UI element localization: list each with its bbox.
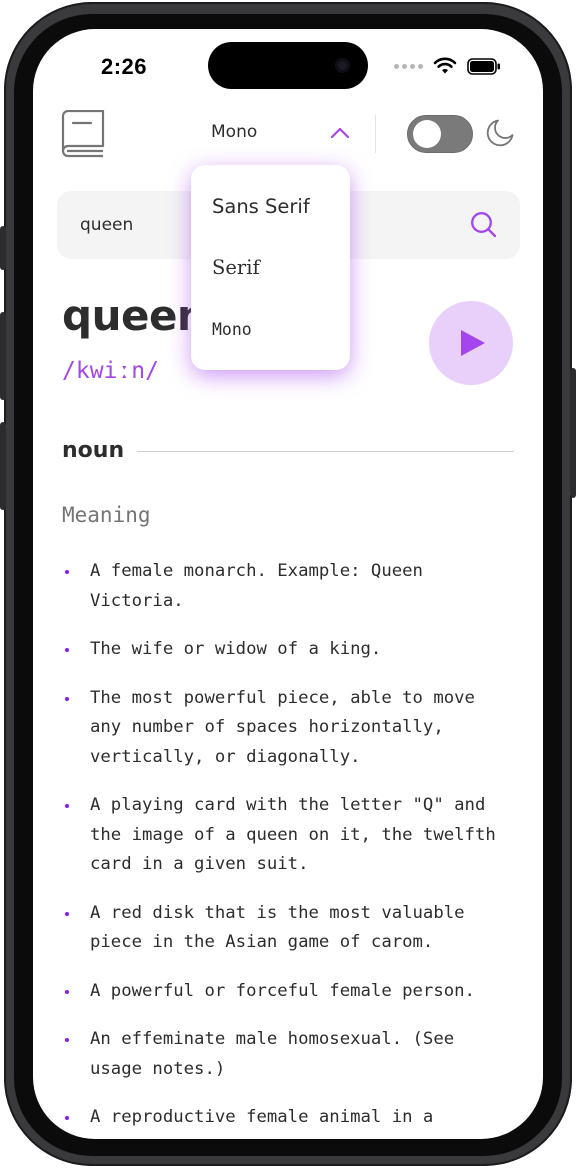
status-indicators — [394, 57, 501, 75]
word-heading: queen — [62, 291, 207, 340]
list-item: An effeminate male homosexual. (See usag… — [62, 1025, 514, 1084]
list-item: The wife or widow of a king. — [62, 635, 514, 665]
definition-text: An effeminate male homosexual. (See usag… — [90, 1029, 455, 1079]
bullet-icon — [65, 696, 69, 701]
list-item: A female monarch. Example: Queen Victori… — [62, 557, 514, 616]
font-dropdown: Sans Serif Serif Mono — [191, 165, 350, 370]
definition-text: A female monarch. Example: Queen Victori… — [90, 561, 423, 611]
bullet-icon — [65, 989, 69, 994]
definition-text: A reproductive female animal in a — [90, 1107, 434, 1127]
action-button — [0, 226, 6, 270]
status-time: 2:26 — [101, 54, 148, 79]
moon-icon[interactable] — [485, 118, 515, 153]
list-item: A red disk that is the most valuable pie… — [62, 899, 514, 958]
definition-text: A red disk that is the most valuable pie… — [90, 902, 465, 953]
bullet-icon — [65, 911, 69, 916]
definition-text: The most powerful piece, able to move an… — [90, 687, 475, 767]
bullet-icon — [65, 1116, 69, 1120]
toggle-knob — [413, 120, 441, 148]
bullet-icon — [65, 570, 69, 574]
list-item: A powerful or forceful female person. — [62, 977, 514, 1007]
screen: 2:26 Mono queen queen /kwiːn/ noun Meani… — [33, 29, 543, 1139]
camera-icon — [335, 58, 350, 73]
definition-text: A playing card with the letter "Q" and t… — [90, 795, 496, 874]
play-icon — [461, 330, 485, 356]
header-divider — [375, 115, 376, 153]
part-of-speech: noun — [62, 438, 125, 463]
signal-icon — [394, 63, 423, 69]
volume-up-button — [0, 312, 6, 400]
battery-icon — [467, 57, 500, 75]
definition-text: A powerful or forceful female person. — [90, 980, 475, 1001]
volume-down-button — [0, 422, 6, 510]
list-item: The most powerful piece, able to move an… — [62, 684, 514, 773]
theme-toggle[interactable] — [407, 115, 473, 153]
bullet-icon — [65, 1038, 69, 1042]
definition-list: A female monarch. Example: Queen Victori… — [62, 557, 514, 1139]
power-button — [570, 368, 576, 498]
bullet-icon — [65, 804, 69, 808]
bullet-icon — [65, 648, 69, 652]
part-of-speech-divider — [137, 451, 514, 452]
wifi-icon — [433, 57, 457, 74]
book-icon[interactable] — [61, 109, 105, 163]
dynamic-island — [208, 42, 368, 89]
definition-text: The wife or widow of a king. — [90, 639, 382, 659]
phonetic-text: /kwiːn/ — [62, 358, 159, 384]
list-item: A reproductive female animal in a — [62, 1103, 514, 1133]
play-button[interactable] — [429, 301, 513, 385]
font-option-mono[interactable]: Mono — [212, 320, 252, 339]
list-item: A playing card with the letter "Q" and t… — [62, 791, 514, 880]
chevron-up-icon[interactable] — [330, 126, 350, 144]
font-option-serif[interactable]: Serif — [212, 256, 260, 279]
font-option-sans-serif[interactable]: Sans Serif — [212, 195, 310, 218]
font-select[interactable]: Mono — [211, 122, 257, 142]
search-icon[interactable] — [470, 211, 498, 244]
meaning-label: Meaning — [62, 503, 151, 527]
